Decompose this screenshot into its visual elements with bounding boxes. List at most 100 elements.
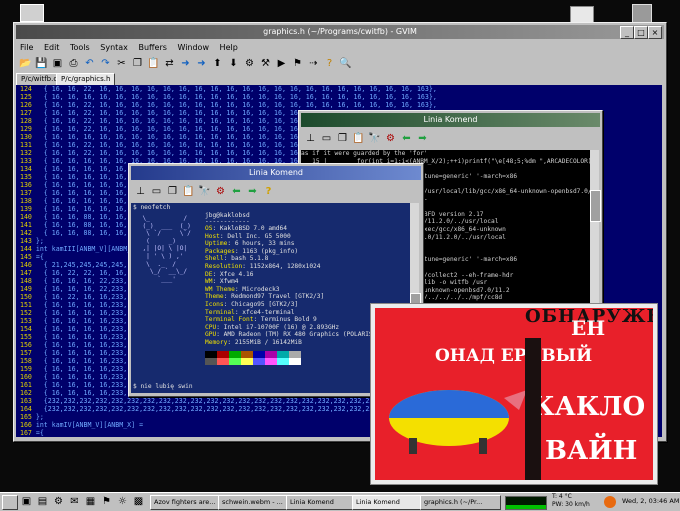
new-tab-icon[interactable]: ⊥ — [304, 132, 317, 145]
menu-window[interactable]: Window — [177, 43, 209, 52]
neofetch-titlebar[interactable]: Linia Komend — [131, 166, 421, 180]
find-replace-icon[interactable]: ⇄ — [163, 57, 176, 70]
info-value: KakloBSD 7.0 amd64 — [219, 225, 287, 232]
undo-icon[interactable]: ↶ — [83, 57, 96, 70]
help-icon[interactable]: ? — [323, 57, 336, 70]
line-text: { 16, 16, 22, 16, 16, 16, 16, 16, 16, 16… — [35, 101, 437, 109]
task-linia-komend-2[interactable]: Linia Komend — [352, 495, 423, 510]
copy-icon[interactable]: ❐ — [336, 132, 349, 145]
line-text: int kamIV[ANBM_V][ANBM_X] = — [35, 421, 144, 429]
line-number: 142 — [16, 229, 36, 237]
menu-tools[interactable]: Tools — [70, 43, 90, 52]
maximize-button[interactable]: □ — [634, 26, 648, 39]
info-key: Packages — [205, 247, 235, 255]
settings-icon[interactable]: ⚙ — [214, 185, 227, 198]
paste-icon[interactable]: 📋 — [352, 132, 365, 145]
quicklaunch-3-icon[interactable]: ⚙ — [52, 495, 65, 508]
task-graphics-h[interactable]: graphics.h (~/Pr... — [420, 495, 501, 510]
menu-file[interactable]: File — [20, 43, 33, 52]
scrollbar-thumb[interactable] — [590, 190, 601, 222]
find-icon[interactable]: 🔭 — [198, 185, 211, 198]
neofetch-info-row: OS: KakloBSD 7.0 amd64 — [205, 225, 287, 232]
neofetch-output[interactable]: $ neofetch \_ / (_) ___ (_) \ `/ \`/ ( _… — [131, 203, 410, 393]
desktop-icon-topleft[interactable] — [20, 4, 46, 24]
firefox-tray-icon[interactable] — [604, 496, 616, 508]
gvim-toolbar: 📂 💾 ▣ ⎙ ↶ ↷ ✂ ❐ 📋 ⇄ ➜ ➜ ⬆ ⬇ ⚙ ⚒ ▶ ⚑ ⇢ ? … — [16, 54, 664, 72]
quicklaunch-1-icon[interactable]: ▣ — [20, 495, 33, 508]
ctags-icon[interactable]: ⚑ — [291, 57, 304, 70]
info-value: Chicago95 [GTK2/3] — [231, 300, 299, 308]
gvim-titlebar[interactable]: graphics.h (~/Programs/cwitfb) - GVIM _ … — [16, 25, 664, 39]
redo-icon[interactable]: ↷ — [99, 57, 112, 70]
save-icon[interactable]: 💾 — [35, 57, 48, 70]
back-arrow-icon[interactable]: ⬅ — [230, 185, 243, 198]
tag-jump-icon[interactable]: ⇢ — [307, 57, 320, 70]
video-frame[interactable]: ОБНАРУЖЕН ЕН ОНАД ЕРОВЫЙ КАКЛО ВАЙН — [375, 308, 653, 480]
open-icon[interactable]: 📂 — [19, 57, 32, 70]
copy-icon[interactable]: ❐ — [131, 57, 144, 70]
palette-swatch — [205, 358, 217, 365]
make-icon[interactable]: ⚒ — [259, 57, 272, 70]
palette-swatch — [241, 358, 253, 365]
new-tab-icon[interactable]: ⊥ — [134, 185, 147, 198]
find-prev-icon[interactable]: ➜ — [195, 57, 208, 70]
minimize-button[interactable]: _ — [620, 26, 634, 39]
task-schwein[interactable]: schwein.webm - ... — [218, 495, 289, 510]
palette-swatch — [217, 358, 229, 365]
new-window-icon[interactable]: ▭ — [320, 132, 333, 145]
task-azov[interactable]: Azov fighters are... — [150, 495, 221, 510]
new-window-icon[interactable]: ▭ — [150, 185, 163, 198]
shell-icon[interactable]: ▶ — [275, 57, 288, 70]
find-next-icon[interactable]: ➜ — [179, 57, 192, 70]
pig-image — [389, 390, 527, 454]
settings-icon[interactable]: ⚙ — [384, 132, 397, 145]
print-icon[interactable]: ⎙ — [67, 57, 80, 70]
gvim-tabbar: P/c/witfb.c P/c/graphics.h — [16, 73, 616, 86]
code-line: 125 { 16, 16, 16, 16, 16, 16, 16, 16, 16… — [16, 93, 662, 101]
info-value: bash 5.1.8 — [231, 255, 269, 263]
neofetch-info-row: Shell: bash 5.1.8 — [205, 255, 269, 263]
video-dark-figure — [525, 338, 541, 480]
save-session-icon[interactable]: ⬇ — [227, 57, 240, 70]
line-number: 160 — [16, 373, 36, 381]
info-key: GPU — [205, 331, 217, 339]
help-icon[interactable]: ? — [262, 185, 275, 198]
quicklaunch-5-icon[interactable]: ▦ — [84, 495, 97, 508]
start-button[interactable] — [2, 495, 18, 510]
line-number: 148 — [16, 277, 36, 285]
menu-edit[interactable]: Edit — [44, 43, 60, 52]
menu-help[interactable]: Help — [220, 43, 238, 52]
cpu-graph — [505, 496, 547, 510]
quicklaunch-7-icon[interactable]: ☼ — [116, 495, 129, 508]
palette-swatch — [205, 351, 217, 358]
find-icon[interactable]: 🔭 — [368, 132, 381, 145]
quicklaunch-2-icon[interactable]: ▤ — [36, 495, 49, 508]
save-all-icon[interactable]: ▣ — [51, 57, 64, 70]
close-button[interactable]: × — [648, 26, 662, 39]
load-session-icon[interactable]: ⬆ — [211, 57, 224, 70]
menu-buffers[interactable]: Buffers — [138, 43, 166, 52]
menu-syntax[interactable]: Syntax — [100, 43, 128, 52]
forward-arrow-icon[interactable]: ➡ — [416, 132, 429, 145]
find-help-icon[interactable]: 🔍 — [339, 57, 352, 70]
line-number: 146 — [16, 261, 36, 269]
quicklaunch-4-icon[interactable]: ✉ — [68, 495, 81, 508]
paste-icon[interactable]: 📋 — [147, 57, 160, 70]
paste-icon[interactable]: 📋 — [182, 185, 195, 198]
forward-arrow-icon[interactable]: ➡ — [246, 185, 259, 198]
video-window[interactable]: ОБНАРУЖЕН ЕН ОНАД ЕРОВЫЙ КАКЛО ВАЙН — [370, 303, 658, 485]
info-key: Uptime — [205, 240, 228, 248]
cut-icon[interactable]: ✂ — [115, 57, 128, 70]
task-linia-komend-1[interactable]: Linia Komend — [286, 495, 355, 510]
line-number: 137 — [16, 189, 36, 197]
run-script-icon[interactable]: ⚙ — [243, 57, 256, 70]
copy-icon[interactable]: ❐ — [166, 185, 179, 198]
palette-swatch — [253, 358, 265, 365]
line-number: 150 — [16, 293, 36, 301]
back-arrow-icon[interactable]: ⬅ — [400, 132, 413, 145]
clock[interactable]: Wed, 2, 03:46 AM — [622, 497, 679, 505]
quicklaunch-8-icon[interactable]: ▩ — [132, 495, 145, 508]
neofetch-info-row: WM Theme: Microdeck3 — [205, 285, 280, 293]
terminal1-titlebar[interactable]: Linia Komend — [301, 113, 600, 127]
quicklaunch-6-icon[interactable]: ⚑ — [100, 495, 113, 508]
